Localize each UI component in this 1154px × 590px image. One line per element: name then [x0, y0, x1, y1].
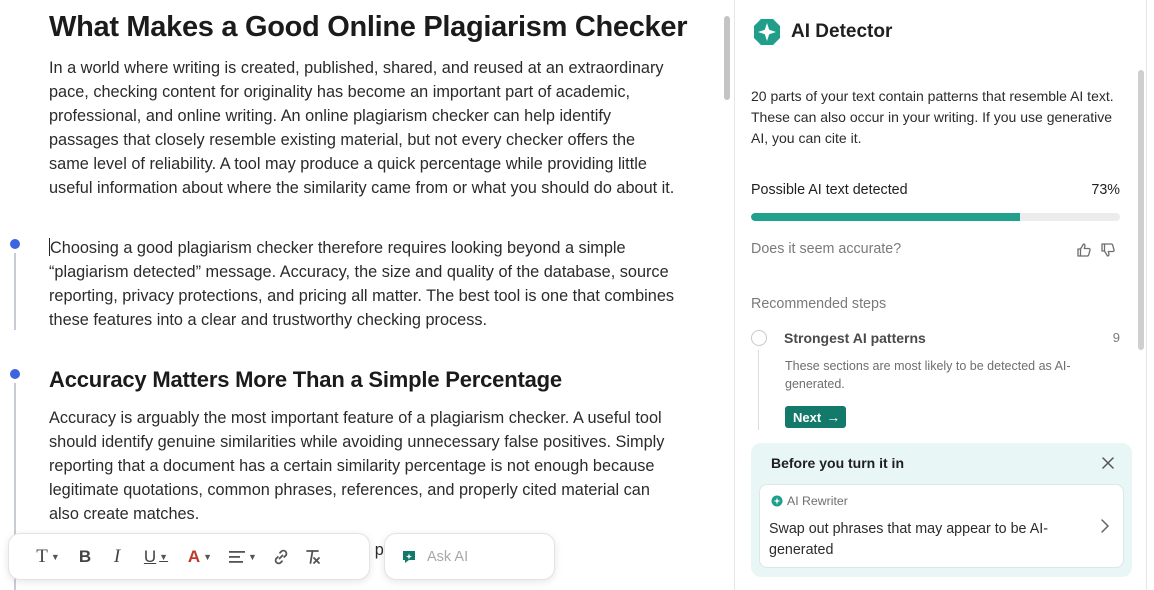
- align-icon: [229, 550, 246, 563]
- paragraph-accuracy[interactable]: Accuracy is arguably the most important …: [49, 406, 679, 526]
- chevron-down-icon: ▼: [203, 551, 213, 562]
- detection-progress-bar: [751, 213, 1120, 221]
- section-heading-accuracy: Accuracy Matters More Than a Simple Perc…: [49, 367, 562, 392]
- ask-ai-input[interactable]: Ask AI: [384, 533, 555, 580]
- clear-format-icon: [306, 549, 320, 564]
- detection-progress-fill: [751, 213, 1021, 221]
- heading-marker-dot: [10, 369, 20, 379]
- document-scrollbar[interactable]: [724, 16, 730, 100]
- rewriter-label: AI Rewriter: [787, 494, 848, 508]
- document-title: What Makes a Good Online Plagiarism Chec…: [49, 11, 688, 43]
- next-button[interactable]: Next →: [785, 406, 846, 428]
- ai-chat-icon: [403, 550, 415, 563]
- step-title[interactable]: Strongest AI patterns: [784, 330, 926, 346]
- before-turn-in-card: Before you turn it in AI Rewriter Swap o…: [751, 443, 1132, 577]
- chevron-down-icon: ▼: [248, 551, 257, 562]
- step-description: These sections are most likely to be det…: [785, 359, 1071, 391]
- paragraph-marker-line: [14, 253, 16, 330]
- text-color-dropdown[interactable]: A ▼: [179, 543, 221, 571]
- document-editor[interactable]: What Makes a Good Online Plagiarism Chec…: [0, 0, 735, 590]
- arrow-right-icon: →: [826, 409, 841, 425]
- ai-rewriter-card[interactable]: AI Rewriter Swap out phrases that may ap…: [759, 484, 1124, 568]
- thumbs-up-icon[interactable]: [1076, 242, 1092, 258]
- ask-ai-placeholder: Ask AI: [427, 548, 469, 565]
- step-connector: [758, 350, 759, 430]
- paragraph-marker-dot: [10, 239, 20, 249]
- panel-scrollbar[interactable]: [1138, 70, 1144, 350]
- panel-title: AI Detector: [791, 21, 893, 42]
- bold-button[interactable]: B: [69, 543, 101, 571]
- paragraph-choosing[interactable]: Choosing a good plagiarism checker there…: [49, 236, 679, 332]
- chevron-down-icon: ▼: [159, 551, 169, 562]
- bold-icon: B: [78, 546, 92, 566]
- clear-format-button[interactable]: [297, 543, 329, 571]
- align-dropdown[interactable]: ▼: [221, 543, 265, 571]
- ai-detector-logo-icon: [754, 19, 780, 45]
- step-radio[interactable]: [751, 330, 767, 346]
- text-style-dropdown[interactable]: T ▼: [27, 543, 69, 571]
- underline-icon: U: [143, 546, 157, 566]
- accuracy-question: Does it seem accurate?: [751, 241, 902, 257]
- format-toolbar: T ▼ B I U ▼ A ▼ ▼: [8, 533, 370, 580]
- rewriter-icon: [771, 495, 783, 507]
- card-title: Before you turn it in: [771, 455, 904, 471]
- text-color-icon: A: [187, 546, 201, 566]
- recommended-steps-heading: Recommended steps: [751, 296, 887, 312]
- step-count: 9: [1112, 330, 1120, 345]
- link-icon: [274, 549, 288, 564]
- window-edge: [1146, 0, 1147, 590]
- paragraph-intro[interactable]: In a world where writing is created, pub…: [49, 56, 679, 200]
- ai-detector-panel: AI Detector 20 parts of your text contai…: [735, 0, 1146, 590]
- italic-icon: I: [113, 545, 121, 567]
- link-button[interactable]: [265, 543, 297, 571]
- chevron-down-icon: ▼: [50, 551, 60, 562]
- next-button-label: Next: [793, 409, 822, 425]
- rewriter-text: Swap out phrases that may appear to be A…: [769, 521, 1048, 558]
- text-style-icon: T: [36, 545, 48, 567]
- paragraph-choosing-text: Choosing a good plagiarism checker there…: [49, 239, 675, 329]
- detected-label: Possible AI text detected: [751, 182, 908, 198]
- detected-percent: 73%: [1091, 182, 1120, 198]
- thumbs-down-icon[interactable]: [1100, 242, 1116, 258]
- italic-button[interactable]: I: [101, 543, 133, 571]
- close-icon[interactable]: [1100, 455, 1116, 471]
- detection-summary: 20 parts of your text contain patterns t…: [751, 88, 1114, 146]
- underline-dropdown[interactable]: U ▼: [133, 543, 179, 571]
- chevron-right-icon: [1101, 519, 1110, 533]
